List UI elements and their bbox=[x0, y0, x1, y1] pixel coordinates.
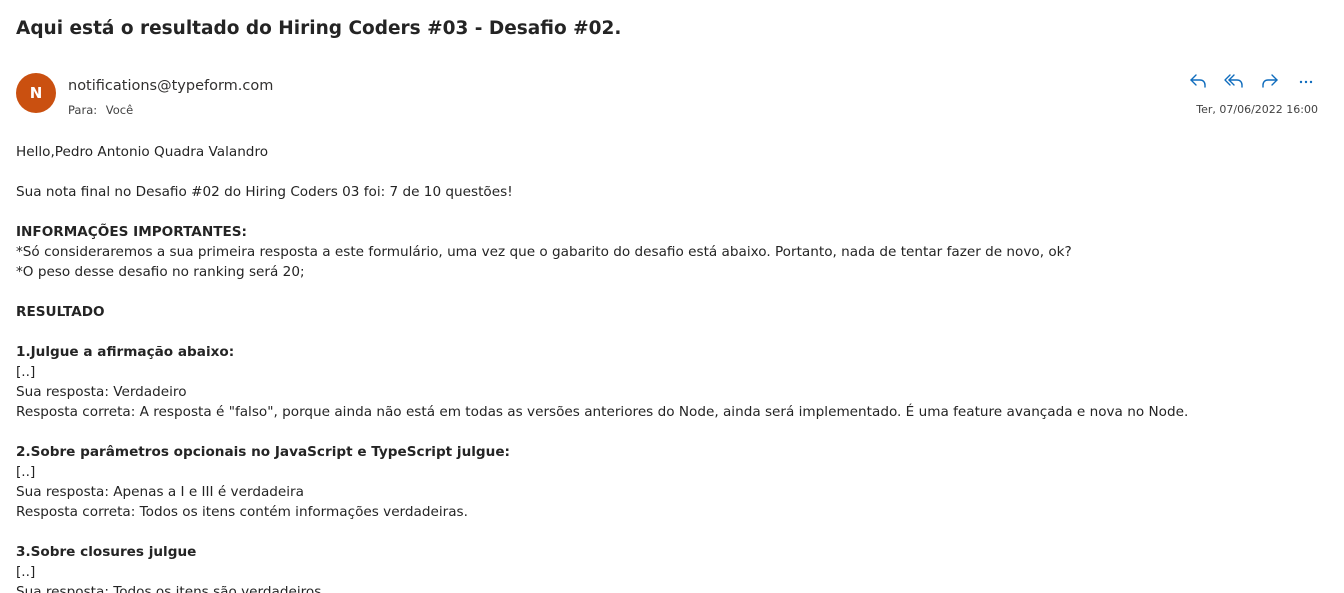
reply-all-button[interactable] bbox=[1220, 70, 1248, 92]
email-subject: Aqui está o resultado do Hiring Coders #… bbox=[16, 18, 622, 39]
scrollbar[interactable] bbox=[1340, 0, 1344, 593]
info-heading: INFORMAÇÕES IMPORTANTES: bbox=[16, 224, 247, 240]
info-line: *O peso desse desafio no ranking será 20… bbox=[16, 264, 305, 280]
question-title: 2.Sobre parâmetros opcionais no JavaScri… bbox=[16, 444, 510, 460]
question-ellipsis: [..] bbox=[16, 564, 36, 580]
message-date: Ter, 07/06/2022 16:00 bbox=[1196, 103, 1318, 116]
your-answer: Sua resposta: Verdadeiro bbox=[16, 384, 187, 400]
reply-button[interactable] bbox=[1184, 70, 1212, 92]
greeting: Hello,Pedro Antonio Quadra Valandro bbox=[16, 144, 269, 160]
recipient-line: Para: Você bbox=[68, 101, 133, 119]
question-ellipsis: [..] bbox=[16, 464, 36, 480]
message-body: Hello,Pedro Antonio Quadra Valandro Sua … bbox=[16, 142, 1328, 593]
more-icon bbox=[1299, 80, 1313, 84]
reply-icon bbox=[1190, 74, 1206, 88]
question-title: 1.Julgue a afirmação abaixo: bbox=[16, 344, 235, 360]
question-ellipsis: [..] bbox=[16, 364, 36, 380]
forward-icon bbox=[1262, 74, 1278, 88]
sender-address[interactable]: notifications@typeform.com bbox=[68, 76, 273, 96]
your-answer: Sua resposta: Apenas a I e III é verdade… bbox=[16, 484, 304, 500]
more-actions-button[interactable] bbox=[1292, 70, 1320, 92]
result-heading: RESULTADO bbox=[16, 304, 105, 320]
correct-answer: Resposta correta: A resposta é "falso", … bbox=[16, 404, 1189, 420]
correct-answer: Resposta correta: Todos os itens contém … bbox=[16, 504, 468, 520]
reply-all-icon bbox=[1224, 74, 1243, 88]
recipient-name[interactable]: Você bbox=[106, 103, 133, 117]
to-label: Para: bbox=[68, 103, 98, 117]
your-answer: Sua resposta: Todos os itens são verdade… bbox=[16, 584, 322, 593]
message-actions bbox=[1184, 70, 1320, 92]
forward-button[interactable] bbox=[1256, 70, 1284, 92]
question-title: 3.Sobre closures julgue bbox=[16, 544, 197, 560]
sender-avatar[interactable]: N bbox=[16, 73, 56, 113]
score-line: Sua nota final no Desafio #02 do Hiring … bbox=[16, 184, 513, 200]
info-line: *Só consideraremos a sua primeira respos… bbox=[16, 244, 1072, 260]
